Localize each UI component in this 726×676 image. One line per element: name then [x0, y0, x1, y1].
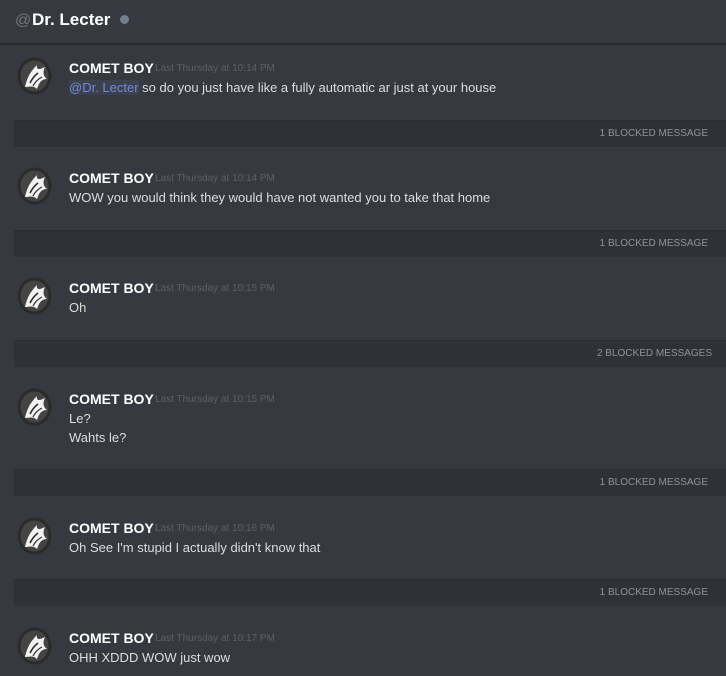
blocked-messages-bar[interactable]: 1 BLOCKED MESSAGE: [14, 230, 726, 257]
message-author[interactable]: COMET BOY: [69, 630, 154, 646]
at-icon: @: [15, 12, 32, 29]
message-timestamp: Last Thursday at 10:14 PM: [155, 173, 275, 184]
message-group: COMET BOY Last Thursday at 10:17 PM OHH …: [0, 615, 726, 676]
user-mention[interactable]: @Dr. Lecter: [69, 80, 139, 95]
blocked-messages-label: 1 BLOCKED MESSAGE: [599, 477, 708, 488]
message-timestamp: Last Thursday at 10:17 PM: [155, 633, 275, 644]
message-text: Oh: [69, 300, 87, 315]
avatar[interactable]: [17, 388, 52, 426]
avatar[interactable]: [17, 277, 52, 315]
message-text: Le?: [69, 411, 91, 426]
message-text: OHH XDDD WOW just wow: [69, 650, 231, 665]
message-group: COMET BOY Last Thursday at 10:16 PM Oh S…: [0, 505, 726, 579]
message-timestamp: Last Thursday at 10:15 PM: [155, 394, 275, 405]
message-timestamp: Last Thursday at 10:16 PM: [155, 523, 275, 534]
message-timestamp: Last Thursday at 10:14 PM: [155, 63, 275, 74]
blocked-messages-label: 1 BLOCKED MESSAGE: [599, 587, 708, 598]
message-content: @Dr. Lecter so do you just have like a f…: [69, 80, 496, 95]
message-text: Oh See I'm stupid I actually didn't know…: [69, 540, 321, 555]
avatar[interactable]: [17, 627, 52, 665]
blocked-messages-bar[interactable]: 1 BLOCKED MESSAGE: [14, 120, 726, 147]
blocked-messages-label: 1 BLOCKED MESSAGE: [599, 128, 708, 139]
status-offline-icon: [120, 15, 129, 24]
message-group: COMET BOY Last Thursday at 10:15 PM Oh: [0, 265, 726, 340]
message-text: so do you just have like a fully automat…: [138, 80, 497, 95]
avatar[interactable]: [17, 517, 52, 555]
message-author[interactable]: COMET BOY: [69, 280, 154, 296]
blocked-messages-bar[interactable]: 1 BLOCKED MESSAGE: [14, 579, 726, 606]
blocked-messages-bar[interactable]: 2 BLOCKED MESSAGES: [14, 340, 726, 367]
blocked-messages-label: 2 BLOCKED MESSAGES: [596, 348, 712, 359]
message-author[interactable]: COMET BOY: [69, 60, 154, 76]
message-author[interactable]: COMET BOY: [69, 391, 154, 407]
dm-header: @ Dr. Lecter: [0, 0, 726, 44]
blocked-messages-label: 1 BLOCKED MESSAGE: [599, 238, 708, 249]
message-timestamp: Last Thursday at 10:15 PM: [155, 283, 275, 294]
message-text: WOW you would think they would have not …: [69, 190, 491, 205]
avatar[interactable]: [17, 57, 52, 95]
message-group: COMET BOY Last Thursday at 10:15 PM Le? …: [0, 376, 726, 469]
message-text: Wahts le?: [69, 430, 127, 445]
message-group: COMET BOY Last Thursday at 10:14 PM WOW …: [0, 155, 726, 230]
message-group: COMET BOY Last Thursday at 10:14 PM @Dr.…: [0, 45, 726, 120]
message-author[interactable]: COMET BOY: [69, 520, 154, 536]
blocked-messages-bar[interactable]: 1 BLOCKED MESSAGE: [14, 469, 726, 496]
avatar[interactable]: [17, 167, 52, 205]
dm-recipient-name[interactable]: Dr. Lecter: [32, 10, 110, 30]
message-list[interactable]: COMET BOY Last Thursday at 10:14 PM @Dr.…: [0, 45, 726, 676]
message-author[interactable]: COMET BOY: [69, 170, 154, 186]
